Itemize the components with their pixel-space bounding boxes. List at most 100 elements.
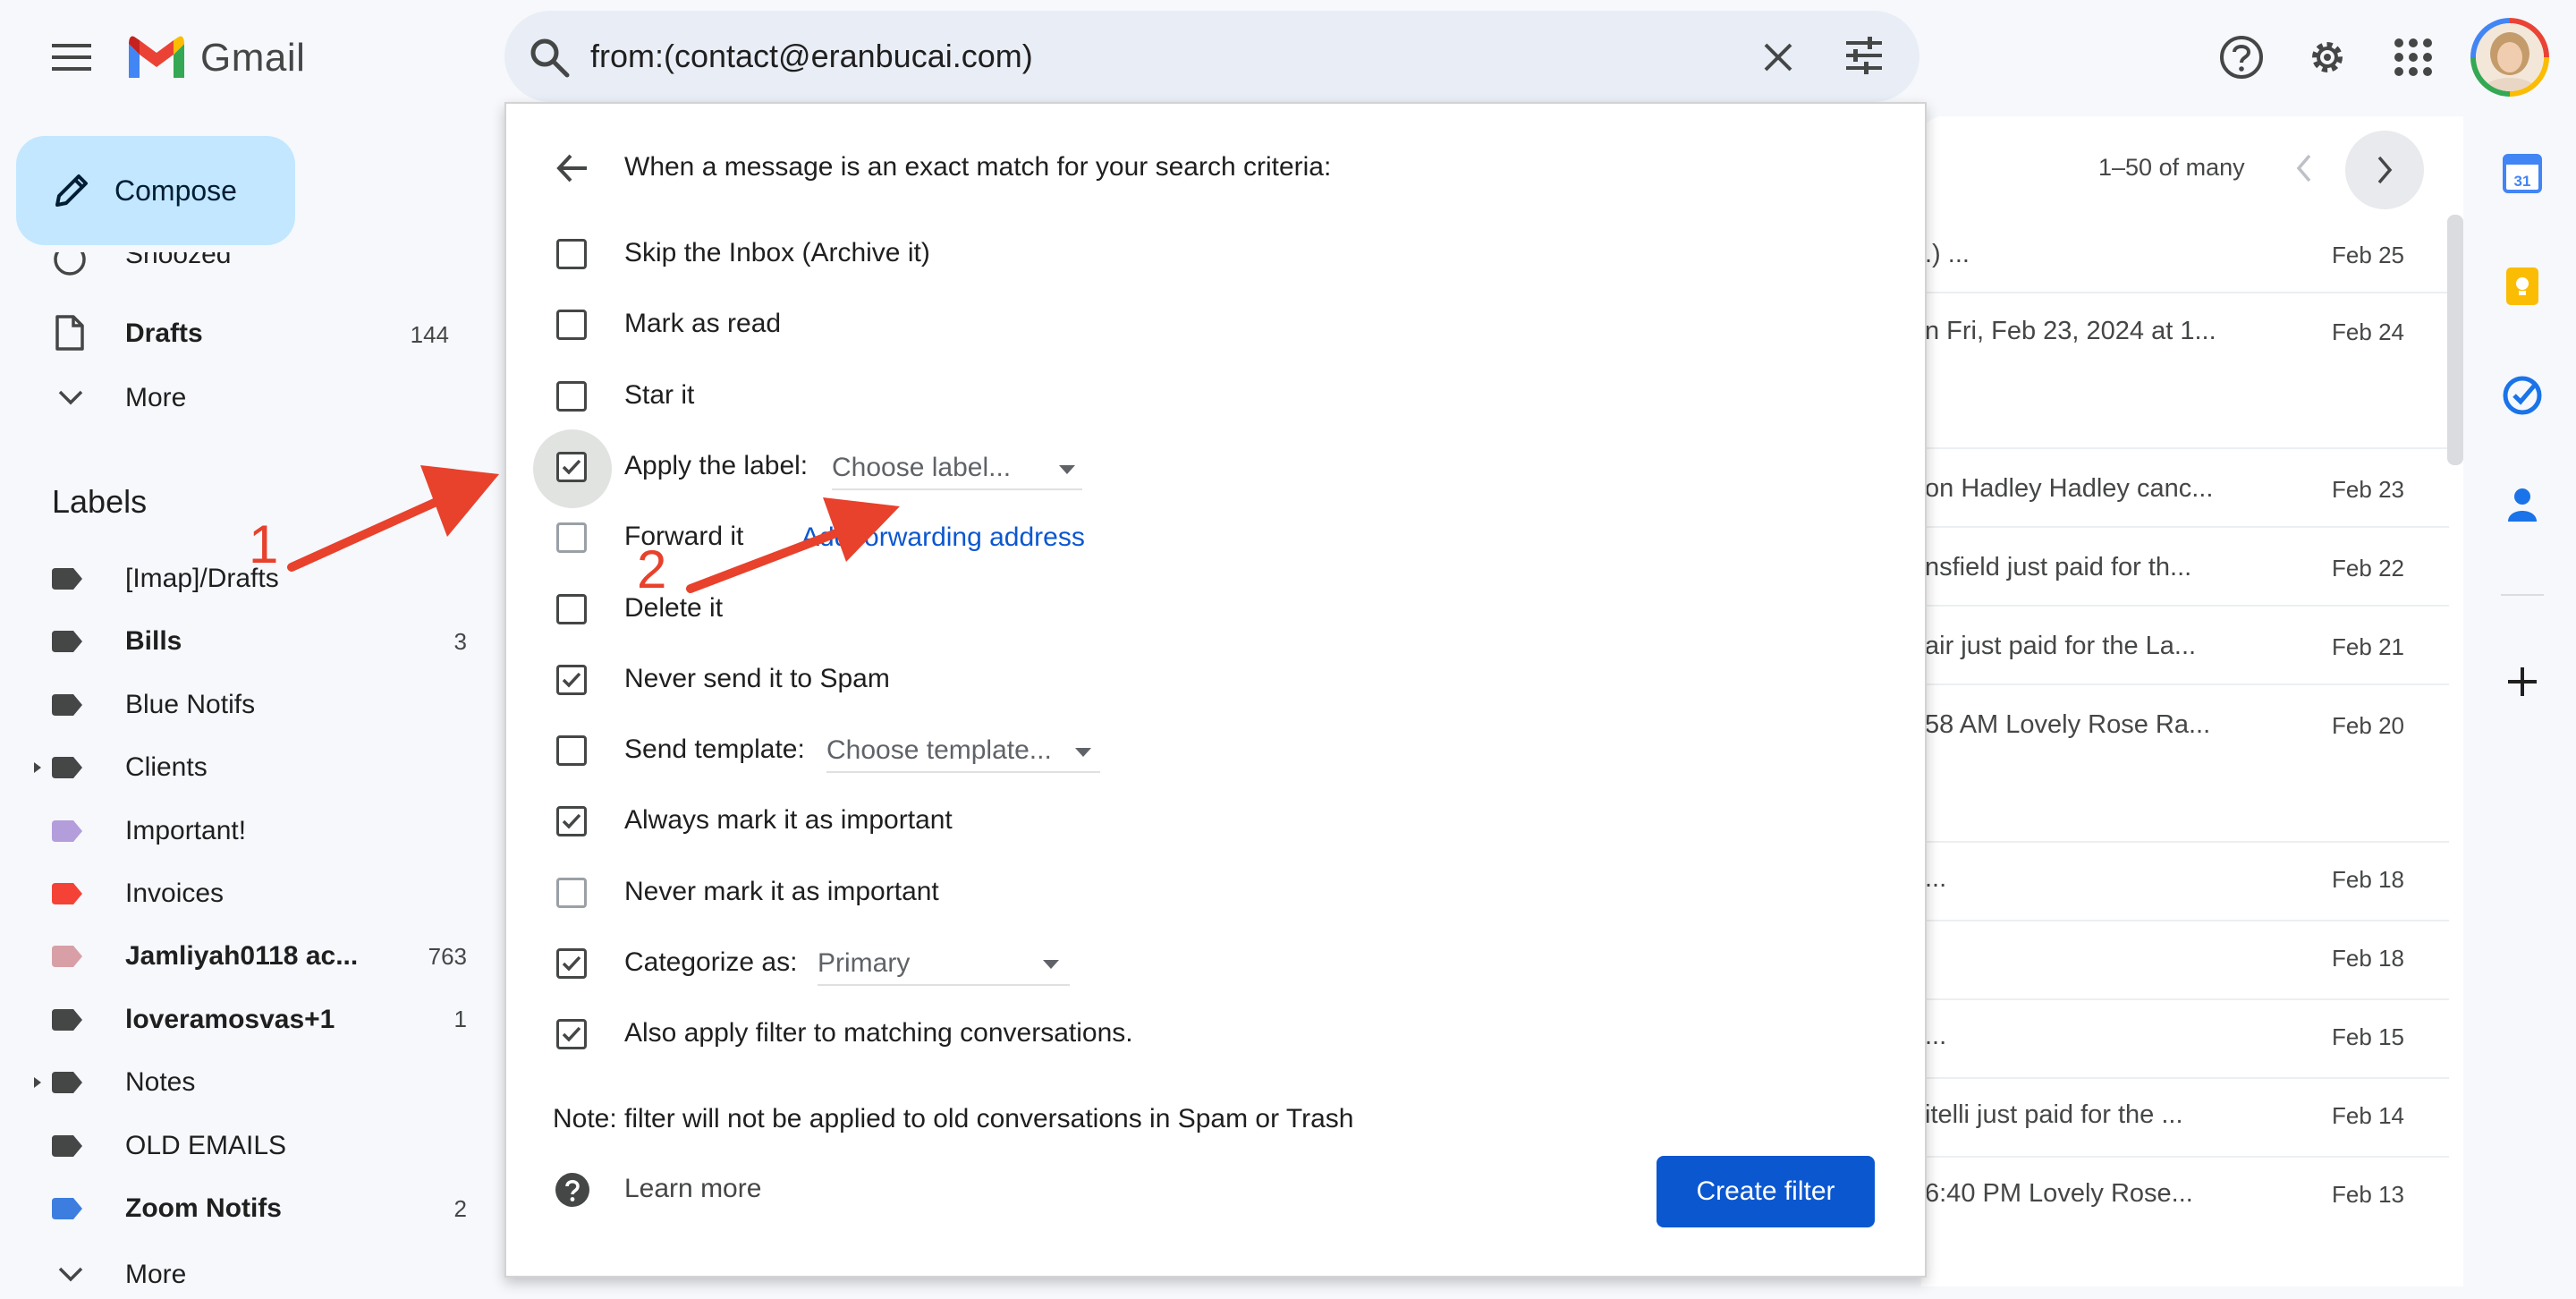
mail-list-scrollbar[interactable] [2447, 215, 2463, 465]
compose-label: Compose [114, 174, 237, 207]
expand-arrow-icon[interactable] [32, 1075, 43, 1090]
help-circle-icon[interactable] [555, 1172, 590, 1208]
nav-item-drafts[interactable]: Drafts 144 [0, 304, 501, 361]
label-item[interactable]: OLD EMAILS [0, 1115, 501, 1177]
label-item[interactable]: Important! [0, 800, 501, 862]
label-item[interactable]: Zoom Notifs 2 [0, 1177, 501, 1240]
mail-row-snippet[interactable]: ... [1925, 864, 1946, 894]
label-item[interactable]: Invoices [0, 862, 501, 925]
search-input[interactable]: from:(contact@eranbucai.com) [590, 34, 1033, 79]
mail-row-snippet[interactable]: n Fri, Feb 23, 2024 at 1... [1925, 317, 2216, 346]
filter-option-checkbox[interactable] [556, 310, 587, 341]
add-addon-icon[interactable] [2497, 657, 2547, 707]
filter-option-checkbox[interactable] [556, 877, 587, 908]
mail-row-date: Feb 13 [2332, 1181, 2404, 1208]
search-options-icon[interactable] [1843, 34, 1885, 77]
expand-arrow-icon[interactable] [32, 760, 43, 775]
filter-option-checkbox[interactable] [556, 948, 587, 979]
choose-template-select[interactable]: Choose template... [826, 735, 1100, 773]
label-item[interactable]: Jamliyah0118 ac... 763 [0, 925, 501, 988]
nav-item-snoozed[interactable]: Snoozed [0, 252, 501, 288]
filter-option-label[interactable]: Never send it to Spam [624, 664, 890, 694]
mail-row-divider [1921, 1156, 2449, 1158]
keep-icon[interactable] [2497, 261, 2547, 311]
search-icon[interactable] [526, 34, 572, 81]
annotation-number-2: 2 [637, 539, 667, 599]
choose-template-value: Choose template... [826, 735, 1052, 765]
filter-option-checkbox[interactable] [556, 380, 587, 412]
previous-page-button[interactable] [2290, 150, 2318, 186]
mail-row-snippet[interactable]: 58 AM Lovely Rose Ra... [1925, 710, 2210, 740]
next-page-button[interactable] [2345, 131, 2424, 209]
nav-item-more-bottom[interactable]: More [0, 1245, 501, 1299]
tasks-icon[interactable] [2497, 370, 2547, 420]
filter-option-label[interactable]: Send template: [624, 734, 805, 765]
main-menu-button[interactable] [47, 32, 97, 82]
filter-option-label[interactable]: Never mark it as important [624, 877, 939, 907]
mail-row-snippet[interactable]: on Hadley Hadley canc... [1925, 474, 2213, 504]
filter-option-label[interactable]: Categorize as: [624, 947, 797, 978]
add-forwarding-address-link[interactable]: Add forwarding address [801, 522, 1085, 553]
filter-option-label[interactable]: Star it [624, 380, 694, 411]
filter-option-checkbox[interactable] [556, 1019, 587, 1050]
category-select[interactable]: Primary [818, 948, 1070, 986]
contacts-icon[interactable] [2497, 480, 2547, 530]
pencil-icon [55, 174, 88, 207]
mail-row-date: Feb 18 [2332, 945, 2404, 972]
settings-gear-icon[interactable] [2302, 32, 2352, 82]
label-count: 763 [428, 942, 467, 970]
nav-item-label: Snoozed [125, 252, 232, 269]
filter-option-checkbox[interactable] [556, 806, 587, 837]
nav-item-more[interactable]: More [0, 369, 501, 426]
mail-row-snippet[interactable]: 6:40 PM Lovely Rose... [1925, 1179, 2193, 1209]
mail-row-divider [1921, 841, 2449, 843]
label-tag-icon [52, 883, 82, 904]
label-item[interactable]: Notes [0, 1051, 501, 1114]
checkmark-icon [562, 459, 581, 475]
mail-row-date: Feb 20 [2332, 712, 2404, 739]
account-avatar[interactable] [2470, 18, 2549, 97]
label-item[interactable]: Clients [0, 736, 501, 799]
mail-row-snippet[interactable]: itelli just paid for the ... [1925, 1100, 2183, 1130]
mail-row-snippet[interactable]: .) ... [1925, 240, 1970, 269]
side-panel-divider [2501, 594, 2544, 596]
label-item[interactable]: loveramosvas+1 1 [0, 989, 501, 1051]
label-item[interactable]: Bills 3 [0, 610, 501, 673]
label-name: OLD EMAILS [125, 1130, 287, 1160]
filter-option-checkbox[interactable] [556, 593, 587, 624]
filter-option-checkbox[interactable] [556, 664, 587, 695]
learn-more-link[interactable]: Learn more [624, 1174, 761, 1204]
label-name: Bills [125, 626, 182, 657]
filter-option-checkbox[interactable] [556, 735, 587, 767]
label-item[interactable]: Blue Notifs [0, 674, 501, 736]
filter-option-label[interactable]: Mark as read [624, 309, 781, 339]
chevron-left-icon [2296, 154, 2311, 183]
filter-option-label[interactable]: Always mark it as important [624, 805, 953, 836]
back-arrow-icon[interactable] [555, 150, 590, 186]
filter-option-checkbox[interactable] [556, 239, 587, 269]
filter-option-label[interactable]: Skip the Inbox (Archive it) [624, 238, 930, 268]
help-icon[interactable] [2216, 32, 2267, 82]
filter-option-checkbox[interactable] [556, 522, 587, 554]
filter-option-checkbox[interactable] [556, 451, 587, 482]
google-apps-icon[interactable] [2388, 32, 2438, 82]
mail-row-snippet[interactable]: ... [1925, 1022, 1946, 1051]
filter-option-label[interactable]: Apply the label: [624, 451, 808, 481]
filter-option-label[interactable]: Also apply filter to matching conversati… [624, 1018, 1133, 1049]
label-name: Zoom Notifs [125, 1193, 282, 1223]
choose-label-select[interactable]: Choose label... [832, 453, 1082, 490]
mail-row-date: Feb 24 [2332, 318, 2404, 345]
mail-row-snippet[interactable]: air just paid for the La... [1925, 632, 2196, 661]
gmail-logo[interactable]: Gmail [125, 32, 305, 84]
label-tag-icon [52, 1134, 82, 1157]
category-select-caret-icon [1043, 960, 1059, 969]
compose-button[interactable]: Compose [16, 136, 295, 245]
mail-row-date: Feb 21 [2332, 633, 2404, 660]
calendar-icon[interactable]: 31 [2497, 149, 2547, 199]
checkmark-icon [562, 1027, 581, 1042]
mail-row-snippet[interactable]: nsfield just paid for th... [1925, 553, 2191, 582]
clock-icon [54, 252, 86, 276]
mail-row-divider [1921, 447, 2449, 449]
create-filter-button[interactable]: Create filter [1657, 1156, 1875, 1227]
clear-search-icon[interactable] [1757, 36, 1800, 79]
